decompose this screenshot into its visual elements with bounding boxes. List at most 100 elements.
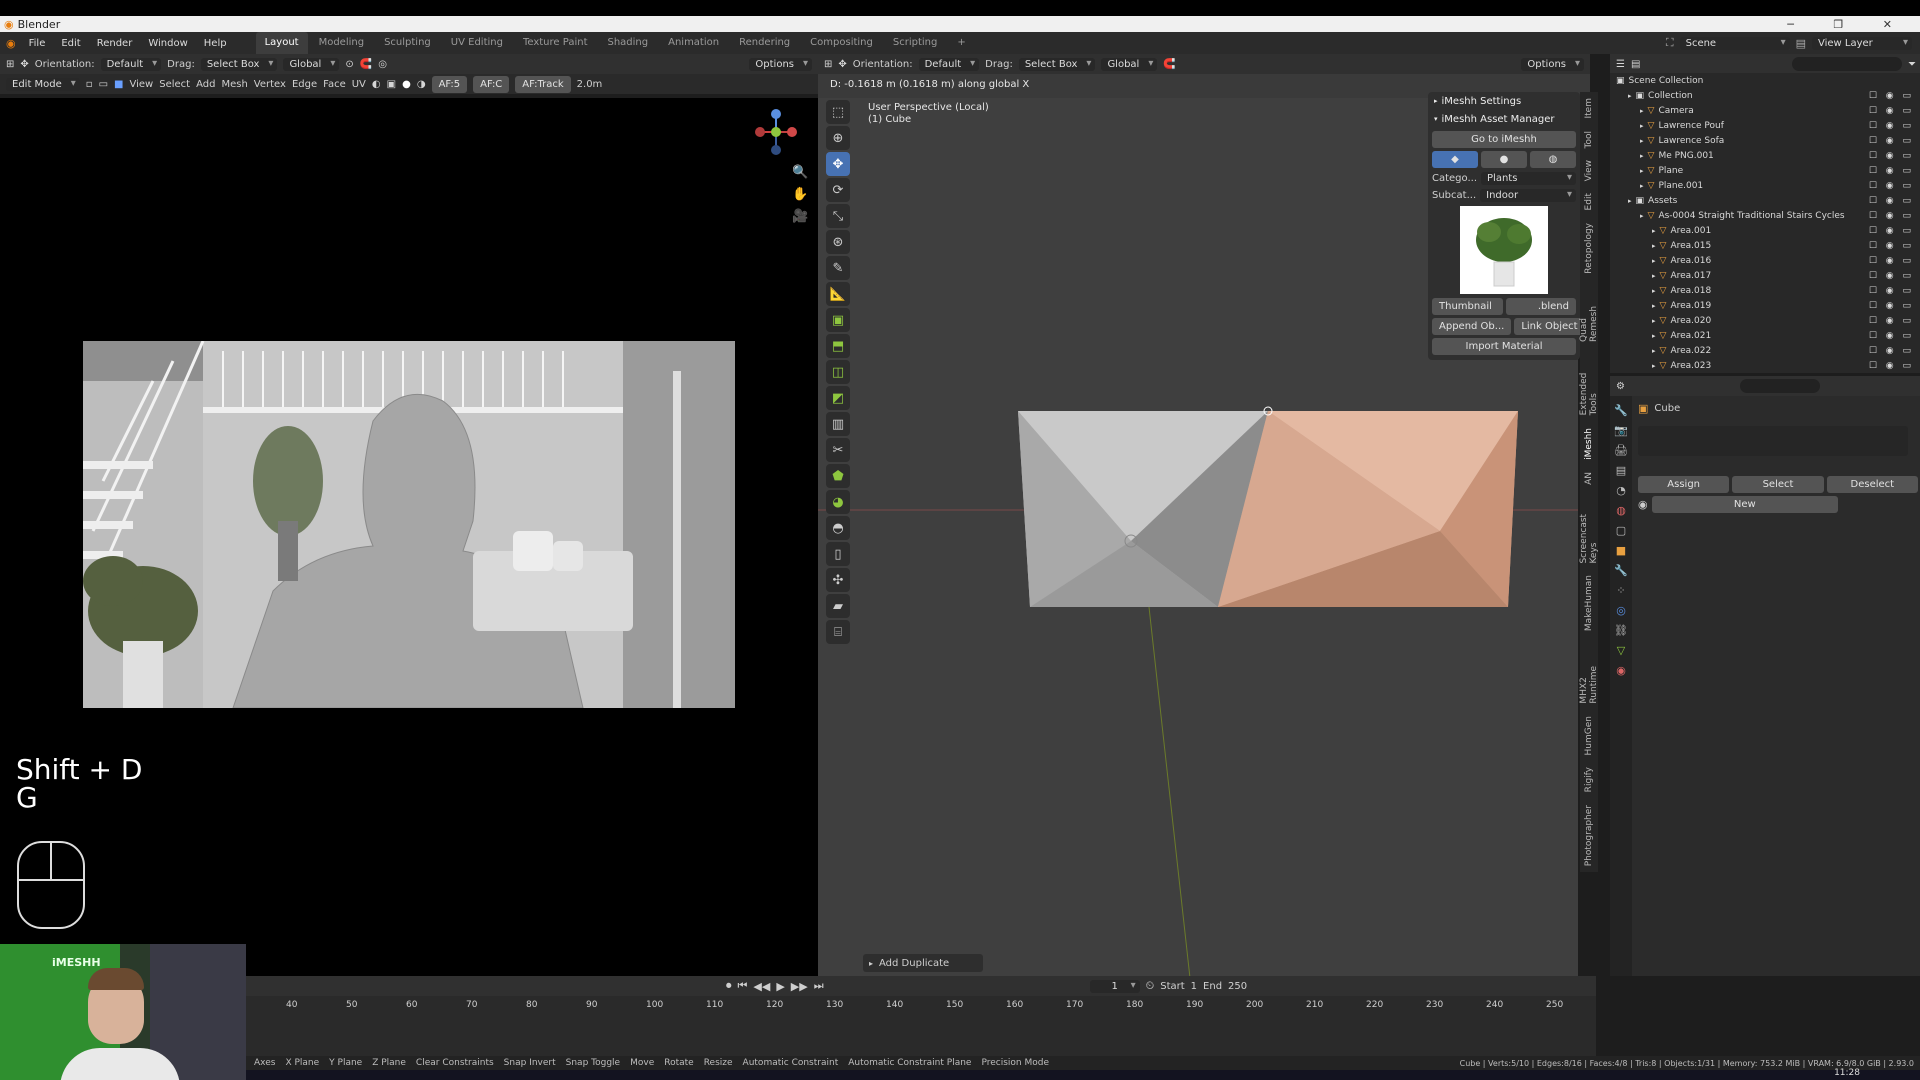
outliner-row[interactable]: ▸ ▽ Area.022 ☐ ◉ ▭	[1610, 343, 1920, 358]
modifier-props-icon[interactable]: 🔧	[1614, 564, 1628, 577]
outliner-row[interactable]: ▸ ▽ Area.018 ☐ ◉ ▭	[1610, 283, 1920, 298]
scene-props-icon[interactable]: ◔	[1616, 484, 1626, 497]
distance-value[interactable]: 2.0m	[577, 79, 603, 90]
data-props-icon[interactable]: ▽	[1617, 644, 1625, 657]
visibility-toggles-icon[interactable]: ☐ ◉ ▭	[1869, 301, 1914, 311]
properties-search-input[interactable]	[1740, 379, 1820, 393]
loop-cut-tool-icon[interactable]: ▥	[826, 412, 850, 436]
bevel-tool-icon[interactable]: ◩	[826, 386, 850, 410]
shrink-fatten-tool-icon[interactable]: ✣	[826, 568, 850, 592]
add-cube-tool-icon[interactable]: ▣	[826, 308, 850, 332]
visibility-toggles-icon[interactable]: ☐ ◉ ▭	[1869, 226, 1914, 236]
cursor-tool-icon[interactable]: ⊕	[826, 126, 850, 150]
thumbnail-button[interactable]: Thumbnail	[1432, 298, 1503, 315]
inset-tool-icon[interactable]: ◫	[826, 360, 850, 384]
visibility-toggles-icon[interactable]: ☐ ◉ ▭	[1869, 121, 1914, 131]
particles-props-icon[interactable]: ⁘	[1616, 584, 1625, 597]
visibility-toggles-icon[interactable]: ☐ ◉ ▭	[1869, 331, 1914, 341]
menu-file[interactable]: File	[22, 38, 53, 49]
output-props-icon[interactable]: 🖨	[1614, 444, 1628, 457]
edge-slide-tool-icon[interactable]: ▯	[826, 542, 850, 566]
expand-arrow-icon[interactable]: ▸	[1640, 212, 1644, 220]
constraints-props-icon[interactable]: ⛓	[1614, 624, 1628, 637]
expand-arrow-icon[interactable]: ▸	[1652, 362, 1656, 370]
menu-view[interactable]: View	[129, 79, 153, 90]
models-tab-icon[interactable]: ◆	[1432, 151, 1478, 168]
last-operator-panel[interactable]: ▸ Add Duplicate	[863, 954, 983, 972]
transform-orientation-dropdown[interactable]: Global	[283, 57, 340, 71]
expand-arrow-icon[interactable]: ▸	[1640, 137, 1644, 145]
visibility-toggles-icon[interactable]: ☐ ◉ ▭	[1869, 271, 1914, 281]
import-material-button[interactable]: Import Material	[1432, 338, 1576, 355]
workspace-tab-animation[interactable]: Animation	[659, 32, 728, 54]
expand-arrow-icon[interactable]: ▸	[1652, 347, 1656, 355]
overlay-icon[interactable]: ◐	[372, 79, 381, 90]
expand-arrow-icon[interactable]: ▸	[1640, 152, 1644, 160]
blender-menu-icon[interactable]: ◉	[6, 37, 16, 50]
vtab-quad-remesh[interactable]: Quad Remesh	[1579, 285, 1599, 342]
scene-selector[interactable]: Scene	[1679, 36, 1790, 50]
menu-face[interactable]: Face	[323, 79, 346, 90]
append-object-button[interactable]: Append Ob...	[1432, 318, 1512, 335]
vtab-retopology[interactable]: Retopology	[1584, 223, 1594, 274]
material-slot-list[interactable]	[1638, 426, 1908, 456]
timeline[interactable]: ⏺ ⏮ ◀◀ ▶ ▶▶ ⏭ 1 ⏲ Start 1 End 250 40 50 60…	[246, 976, 1596, 1058]
menu-vertex[interactable]: Vertex	[254, 79, 286, 90]
asset-thumbnail[interactable]	[1460, 206, 1548, 294]
select-mode-edge-icon[interactable]: ▭	[99, 79, 108, 90]
orientation-dropdown[interactable]: Default	[100, 57, 162, 71]
vtab-edit[interactable]: Edit	[1584, 193, 1594, 210]
expand-arrow-icon[interactable]: ▸	[1640, 122, 1644, 130]
transform-orientation-dropdown-right[interactable]: Global	[1101, 57, 1158, 71]
menu-select[interactable]: Select	[159, 79, 190, 90]
category-dropdown[interactable]: Plants	[1481, 172, 1576, 185]
vtab-view[interactable]: View	[1584, 160, 1594, 181]
render-props-icon[interactable]: 📷	[1614, 424, 1628, 437]
expand-arrow-icon[interactable]: ▸	[1652, 302, 1656, 310]
object-props-icon[interactable]: ■	[1616, 544, 1626, 557]
navigation-gizmo[interactable]	[752, 106, 800, 169]
zoom-icon[interactable]: 🔍	[792, 162, 808, 184]
current-frame-field[interactable]: 1	[1089, 979, 1140, 993]
mode-dropdown[interactable]: Edit Mode	[6, 77, 80, 91]
visibility-toggles-icon[interactable]: ☐ ◉ ▭	[1869, 166, 1914, 176]
material-props-icon[interactable]: ◉	[1616, 664, 1626, 677]
visibility-toggles-icon[interactable]: ☐ ◉ ▭	[1869, 151, 1914, 161]
material-browse-icon[interactable]: ◉	[1638, 498, 1648, 511]
workspace-tab-uv-editing[interactable]: UV Editing	[442, 32, 512, 54]
scene-collection-row[interactable]: ▣ Scene Collection	[1610, 73, 1920, 88]
link-object-button[interactable]: Link Object	[1514, 318, 1585, 335]
expand-arrow-icon[interactable]: ▸	[1640, 167, 1644, 175]
scale-tool-icon[interactable]: ⤡	[826, 204, 850, 228]
annotate-tool-icon[interactable]: ✎	[826, 256, 850, 280]
visibility-toggles-icon[interactable]: ☐ ◉ ▭	[1869, 361, 1914, 371]
visibility-toggles-icon[interactable]: ☐ ◉ ▭	[1869, 241, 1914, 251]
subcategory-dropdown[interactable]: Indoor	[1480, 189, 1576, 202]
workspace-tab-modeling[interactable]: Modeling	[310, 32, 374, 54]
hdri-tab-icon[interactable]: ◍	[1530, 151, 1576, 168]
menu-edge[interactable]: Edge	[292, 79, 317, 90]
step-forward-icon[interactable]: ▶▶	[791, 980, 808, 993]
expand-arrow-icon[interactable]: ▸	[1652, 332, 1656, 340]
view-layer-selector[interactable]: View Layer	[1812, 36, 1912, 50]
outliner-row[interactable]: ▸ ▽ Area.015 ☐ ◉ ▭	[1610, 238, 1920, 253]
shading-solid-icon[interactable]: ●	[402, 79, 411, 90]
expand-arrow-icon[interactable]: ▸	[1652, 272, 1656, 280]
pan-hand-icon[interactable]: ✋	[792, 184, 808, 206]
menu-render[interactable]: Render	[90, 38, 140, 49]
drag-dropdown-right[interactable]: Select Box	[1018, 57, 1096, 71]
move-tool-icon[interactable]: ✥	[826, 152, 850, 176]
vtab-photographer[interactable]: Photographer	[1584, 805, 1594, 866]
filter-icon[interactable]: ⏷	[1908, 59, 1916, 70]
jump-start-icon[interactable]: ⏮	[738, 979, 748, 993]
xray-icon[interactable]: ▣	[387, 79, 396, 90]
vtab-rigify[interactable]: Rigify	[1584, 767, 1594, 792]
visibility-toggles-icon[interactable]: ☐ ◉ ▭	[1869, 91, 1914, 101]
select-box-tool-icon[interactable]: ⬚	[826, 100, 850, 124]
go-to-imeshh-button[interactable]: Go to iMeshh	[1432, 131, 1576, 148]
visibility-toggles-icon[interactable]: ☐ ◉ ▭	[1869, 136, 1914, 146]
workspace-tab-shading[interactable]: Shading	[598, 32, 657, 54]
world-props-icon[interactable]: ◍	[1616, 504, 1626, 517]
outliner-row[interactable]: ▸ ▽ Area.021 ☐ ◉ ▭	[1610, 328, 1920, 343]
play-icon[interactable]: ▶	[776, 980, 784, 993]
